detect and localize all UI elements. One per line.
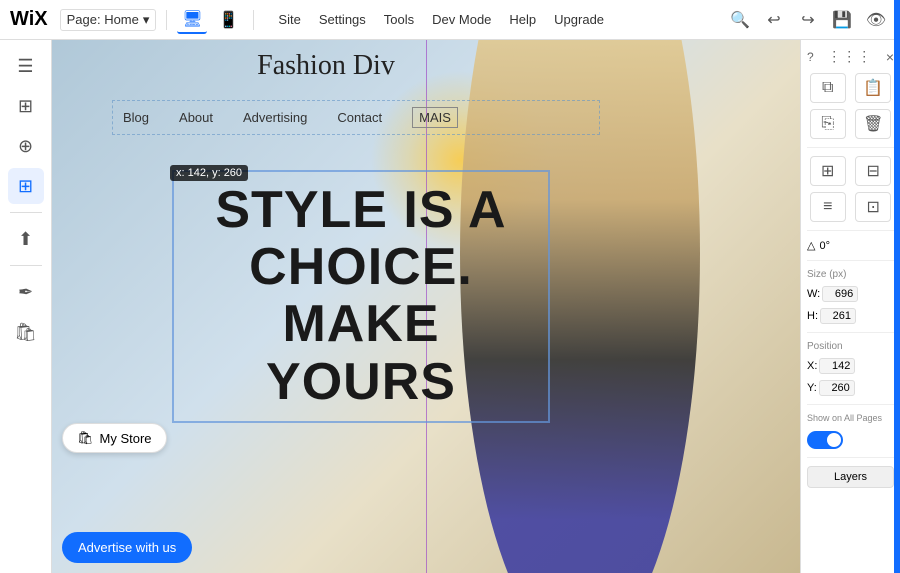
panel-divider xyxy=(807,260,894,261)
x-value[interactable]: 142 xyxy=(819,358,855,374)
site-title: Fashion Div xyxy=(52,50,600,82)
menu-tools[interactable]: Tools xyxy=(376,8,422,31)
panel-close-btn[interactable]: × xyxy=(886,49,894,65)
menu-site[interactable]: Site xyxy=(270,8,308,31)
height-value[interactable]: 261 xyxy=(820,308,856,324)
panel-align-row: ≡ ⊡ xyxy=(807,192,894,222)
nav-advertising[interactable]: Advertising xyxy=(243,110,307,125)
top-menu: Site Settings Tools Dev Mode Help Upgrad… xyxy=(270,8,612,31)
align-btn[interactable]: ≡ xyxy=(810,192,846,222)
sidebar-divider xyxy=(10,265,42,266)
my-store-label: My Store xyxy=(100,431,152,446)
menu-settings[interactable]: Settings xyxy=(311,8,374,31)
group-btn[interactable]: ⊞ xyxy=(810,156,846,186)
menu-help[interactable]: Help xyxy=(501,8,544,31)
panel-header: ? ⋮⋮⋮ × xyxy=(807,46,894,67)
panel-divider xyxy=(807,332,894,333)
right-panel: ? ⋮⋮⋮ × ⧉ 📋 ⎘ 🗑 ⊞ ⊟ ≡ ⊡ △ 0° Size (px) W… xyxy=(800,40,900,573)
panel-divider xyxy=(807,147,894,148)
rotation-value: 0° xyxy=(819,240,830,252)
height-field: H: 261 xyxy=(807,308,894,324)
divider xyxy=(166,10,167,30)
main-area: ☰ ⊞ ⊕ ⊞ ⬆ ✒ 🛍 Fashion Div Blog About Adv… xyxy=(0,40,900,573)
nav-mais[interactable]: MAIS xyxy=(412,107,458,128)
advertise-button[interactable]: Advertise with us xyxy=(62,532,192,563)
rotation-row: △ 0° xyxy=(807,239,894,252)
blue-stripe xyxy=(894,0,900,40)
panel-copy-row: ⧉ 📋 xyxy=(807,73,894,103)
x-label: X: xyxy=(807,360,817,372)
add-elements-icon[interactable]: ⊞ xyxy=(8,88,44,124)
save-btn[interactable]: 💾 xyxy=(828,6,856,34)
add-section-icon[interactable]: ⊕ xyxy=(8,128,44,164)
height-label: H: xyxy=(807,310,818,322)
x-field: X: 142 xyxy=(807,358,894,374)
rotation-icon: △ xyxy=(807,239,815,252)
my-store-button[interactable]: 🛍 My Store xyxy=(62,423,167,453)
page-name: Page: Home xyxy=(67,12,139,27)
left-sidebar: ☰ ⊞ ⊕ ⊞ ⬆ ✒ 🛍 xyxy=(0,40,52,573)
panel-divider xyxy=(807,230,894,231)
show-all-pages-label: Show on All Pages xyxy=(807,413,894,425)
nav-blog[interactable]: Blog xyxy=(123,110,149,125)
width-value[interactable]: 696 xyxy=(822,286,858,302)
redo-btn[interactable]: ↪ xyxy=(794,6,822,34)
canvas-nav: Blog About Advertising Contact MAIS xyxy=(112,100,600,135)
wix-logo: WiX xyxy=(10,8,48,31)
panel-help-btn[interactable]: ? xyxy=(807,50,814,64)
apps-icon[interactable]: ⊞ xyxy=(8,168,44,204)
panel-dup-row: ⎘ 🗑 xyxy=(807,109,894,139)
toggle-container xyxy=(807,431,894,449)
desktop-view-btn[interactable]: 🖥 xyxy=(177,6,207,34)
y-value[interactable]: 260 xyxy=(819,380,855,396)
y-label: Y: xyxy=(807,382,817,394)
nav-about[interactable]: About xyxy=(179,110,213,125)
show-all-pages-toggle[interactable] xyxy=(807,431,843,449)
undo-btn[interactable]: ↩ xyxy=(760,6,788,34)
width-field: W: 696 xyxy=(807,286,894,302)
size-label: Size (px) xyxy=(807,269,894,280)
menu-upgrade[interactable]: Upgrade xyxy=(546,8,612,31)
position-label: Position xyxy=(807,341,894,352)
top-bar: WiX Page: Home ▾ 🖥 📱 Site Settings Tools… xyxy=(0,0,900,40)
coordinate-tooltip: x: 142, y: 260 xyxy=(170,165,248,181)
top-right-tools: 🔍 ↩ ↪ 💾 👁 xyxy=(726,6,890,34)
nav-contact[interactable]: Contact xyxy=(337,110,382,125)
main-text-box[interactable]: STYLE IS A CHOICE. MAKE YOURS xyxy=(172,170,550,423)
page-dropdown-icon: ▾ xyxy=(143,12,150,28)
delete-btn[interactable]: 🗑 xyxy=(855,109,891,139)
panel-divider xyxy=(807,457,894,458)
page-selector[interactable]: Page: Home ▾ xyxy=(60,9,157,31)
layout-btn[interactable]: ⊡ xyxy=(855,192,891,222)
width-label: W: xyxy=(807,288,820,300)
preview-btn[interactable]: 👁 xyxy=(862,6,890,34)
blog-icon[interactable]: ✒ xyxy=(8,274,44,310)
pages-icon[interactable]: ☰ xyxy=(8,48,44,84)
menu-devmode[interactable]: Dev Mode xyxy=(424,8,499,31)
panel-dots-btn[interactable]: ⋮⋮⋮ xyxy=(827,48,872,65)
sidebar-divider xyxy=(10,212,42,213)
mobile-view-btn[interactable]: 📱 xyxy=(213,6,243,34)
duplicate-btn[interactable]: ⎘ xyxy=(810,109,846,139)
blue-right-stripe xyxy=(894,40,900,573)
y-field: Y: 260 xyxy=(807,380,894,396)
store-icon[interactable]: 🛍 xyxy=(8,314,44,350)
upload-icon[interactable]: ⬆ xyxy=(8,221,44,257)
divider xyxy=(253,10,254,30)
layers-button[interactable]: Layers xyxy=(807,466,894,488)
panel-divider xyxy=(807,404,894,405)
store-icon: 🛍 xyxy=(77,430,94,446)
copy-btn[interactable]: ⧉ xyxy=(810,73,846,103)
ungroup-btn[interactable]: ⊟ xyxy=(855,156,891,186)
paste-btn[interactable]: 📋 xyxy=(855,73,891,103)
search-btn[interactable]: 🔍 xyxy=(726,6,754,34)
main-headline: STYLE IS A CHOICE. MAKE YOURS xyxy=(184,182,538,411)
canvas: Fashion Div Blog About Advertising Conta… xyxy=(52,40,800,573)
toggle-knob xyxy=(827,433,841,447)
panel-group-row: ⊞ ⊟ xyxy=(807,156,894,186)
